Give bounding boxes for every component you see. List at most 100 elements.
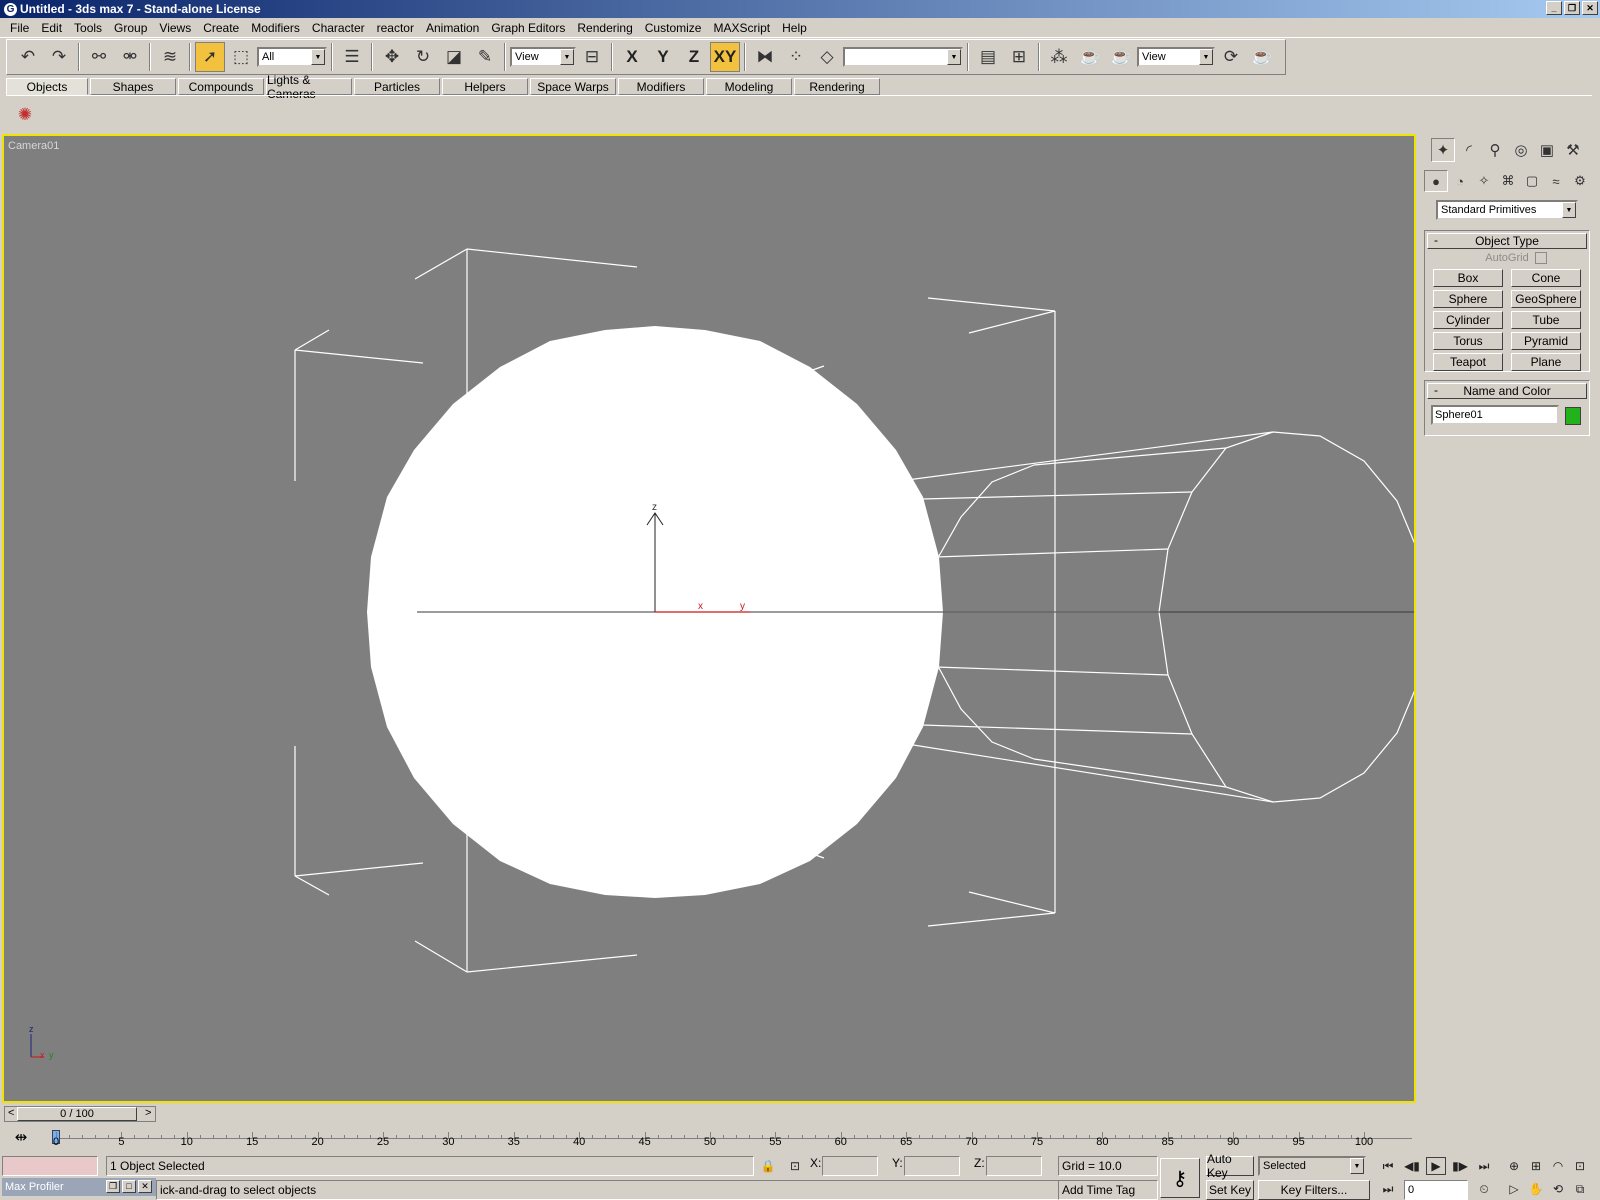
manipulate-icon[interactable]: ✎ [470,42,500,72]
previous-frame-icon[interactable]: ◀▮ [1402,1157,1422,1175]
y-coordinate-input[interactable] [904,1156,960,1176]
absolute-mode-icon[interactable]: ⊡ [785,1157,805,1175]
align-icon[interactable]: ◇ [812,42,842,72]
motion-tab-icon[interactable]: ◎ [1509,138,1533,162]
select-link-icon[interactable]: ⚯ [84,42,114,72]
hierarchy-tab-icon[interactable]: ⚲ [1483,138,1507,162]
max-profiler-window[interactable]: Max Profiler ❐ □ ✕ [2,1178,156,1196]
menu-create[interactable]: Create [197,21,245,35]
next-frame-icon[interactable]: ▮▶ [1450,1157,1470,1175]
menu-group[interactable]: Group [108,21,153,35]
torus-button[interactable]: Torus [1433,332,1503,350]
track-bar[interactable]: 0 5 10 15 20 25 30 35 40 45 50 55 60 65 70 75 80 85 90 95 10… [52,1126,1412,1150]
maxscript-listener-mini[interactable] [2,1156,98,1176]
sphere-button[interactable]: Sphere [1433,290,1503,308]
z-coordinate-input[interactable] [986,1156,1042,1176]
menu-modifiers[interactable]: Modifiers [245,21,306,35]
render-type-select[interactable]: View ▼ [1137,47,1215,67]
selection-filter-select[interactable]: All ▼ [257,47,327,67]
add-time-tag[interactable]: Add Time Tag [1058,1180,1158,1200]
app-icon[interactable]: G [4,2,17,16]
orbit-icon[interactable]: ⟲ [1548,1180,1568,1198]
particle-system-icon[interactable]: ✺ [10,100,40,130]
pan-hand-icon[interactable]: ✋ [1526,1180,1546,1198]
time-slider-thumb[interactable]: 0 / 100 [17,1107,137,1121]
quick-render-icon[interactable]: ☕ [1106,42,1136,72]
minimize-button[interactable]: _ [1546,1,1562,15]
modify-tab-icon[interactable]: ◜ [1457,138,1481,162]
prev-frame-arrow-icon[interactable]: < [8,1107,14,1119]
current-frame-input[interactable]: 0 [1404,1180,1468,1200]
autogrid-checkbox[interactable]: AutoGrid [1425,252,1589,264]
menu-help[interactable]: Help [776,21,813,35]
close-button[interactable]: ✕ [1582,1,1598,15]
unlink-icon[interactable]: ⚮ [115,42,145,72]
menu-edit[interactable]: Edit [35,21,68,35]
render-last-icon[interactable]: ☕ [1247,42,1277,72]
pivot-center-icon[interactable]: ⊟ [577,42,607,72]
tab-helpers[interactable]: Helpers [442,78,528,95]
x-coordinate-input[interactable] [822,1156,878,1176]
tab-modifiers[interactable]: Modifiers [618,78,704,95]
zoom-icon[interactable]: ⊕ [1504,1157,1524,1175]
maximize-viewport-icon[interactable]: ⧉ [1570,1180,1590,1198]
menu-reactor[interactable]: reactor [371,21,420,35]
selection-region-icon[interactable]: ⬚ [226,42,256,72]
utilities-tab-icon[interactable]: ⚒ [1561,138,1585,162]
key-mode-toggle-icon[interactable]: ⏭ [1378,1180,1398,1198]
display-tab-icon[interactable]: ▣ [1535,138,1559,162]
object-name-input[interactable]: Sphere01 [1431,405,1559,425]
next-frame-arrow-icon[interactable]: > [145,1107,151,1119]
reference-coord-select[interactable]: View ▼ [510,47,576,67]
menu-animation[interactable]: Animation [420,21,485,35]
tab-shapes[interactable]: Shapes [90,78,176,95]
tube-button[interactable]: Tube [1511,311,1581,329]
cone-button[interactable]: Cone [1511,269,1581,287]
field-of-view-icon[interactable]: ▷ [1504,1180,1524,1198]
play-icon[interactable]: ▶ [1426,1157,1446,1175]
menu-graph-editors[interactable]: Graph Editors [485,21,571,35]
key-mode-select[interactable]: Selected ▼ [1258,1156,1366,1176]
menu-views[interactable]: Views [153,21,197,35]
set-key-icon[interactable]: ⚷ [1160,1158,1200,1198]
geosphere-button[interactable]: GeoSphere [1511,290,1581,308]
key-filters-button[interactable]: Key Filters... [1258,1180,1370,1200]
redo-icon[interactable]: ↷ [44,42,74,72]
move-icon[interactable]: ✥ [377,42,407,72]
lock-selection-icon[interactable]: 🔒 [758,1157,778,1175]
named-selection-select[interactable]: ▼ [843,47,963,67]
teapot-button[interactable]: Teapot [1433,353,1503,371]
undo-icon[interactable]: ↶ [13,42,43,72]
object-color-swatch[interactable] [1565,407,1581,425]
space-warps-icon[interactable]: ≈ [1544,170,1568,192]
schematic-view-icon[interactable]: ⊞ [1004,42,1034,72]
axis-xy-button[interactable]: XY [710,42,740,72]
profiler-maximize-button[interactable]: □ [122,1180,136,1193]
time-slider[interactable]: < 0 / 100 > [4,1106,156,1122]
material-editor-icon[interactable]: ⁂ [1044,42,1074,72]
profiler-close-button[interactable]: ✕ [138,1180,152,1193]
primitive-category-select[interactable]: Standard Primitives ▼ [1436,200,1578,220]
systems-icon[interactable]: ⚙ [1568,170,1592,192]
bind-space-warp-icon[interactable]: ≋ [155,42,185,72]
auto-key-button[interactable]: Auto Key [1206,1152,1254,1180]
lights-icon[interactable]: ✧ [1472,170,1496,192]
rotate-icon[interactable]: ↻ [408,42,438,72]
axis-y-button[interactable]: Y [648,42,678,72]
menu-file[interactable]: File [4,21,35,35]
shapes-icon[interactable]: ◔ [1448,170,1472,192]
set-key-button[interactable]: Set Key [1206,1180,1254,1200]
menu-customize[interactable]: Customize [639,21,708,35]
cameras-icon[interactable]: ⌘ [1496,170,1520,192]
name-and-color-header[interactable]: - Name and Color [1427,383,1587,399]
menu-maxscript[interactable]: MAXScript [707,21,776,35]
create-tab-icon[interactable]: ✦ [1431,138,1455,162]
tab-particles[interactable]: Particles [354,78,440,95]
orbit-camera-icon[interactable]: ◠ [1548,1157,1568,1175]
object-type-header[interactable]: - Object Type [1427,233,1587,249]
track-view-icon[interactable]: ▤ [973,42,1003,72]
tab-space-warps[interactable]: Space Warps [530,78,616,95]
tab-rendering[interactable]: Rendering [794,78,880,95]
profiler-restore-button[interactable]: ❐ [106,1180,120,1193]
open-mini-curve-editor-icon[interactable]: ⇹ [8,1128,34,1148]
